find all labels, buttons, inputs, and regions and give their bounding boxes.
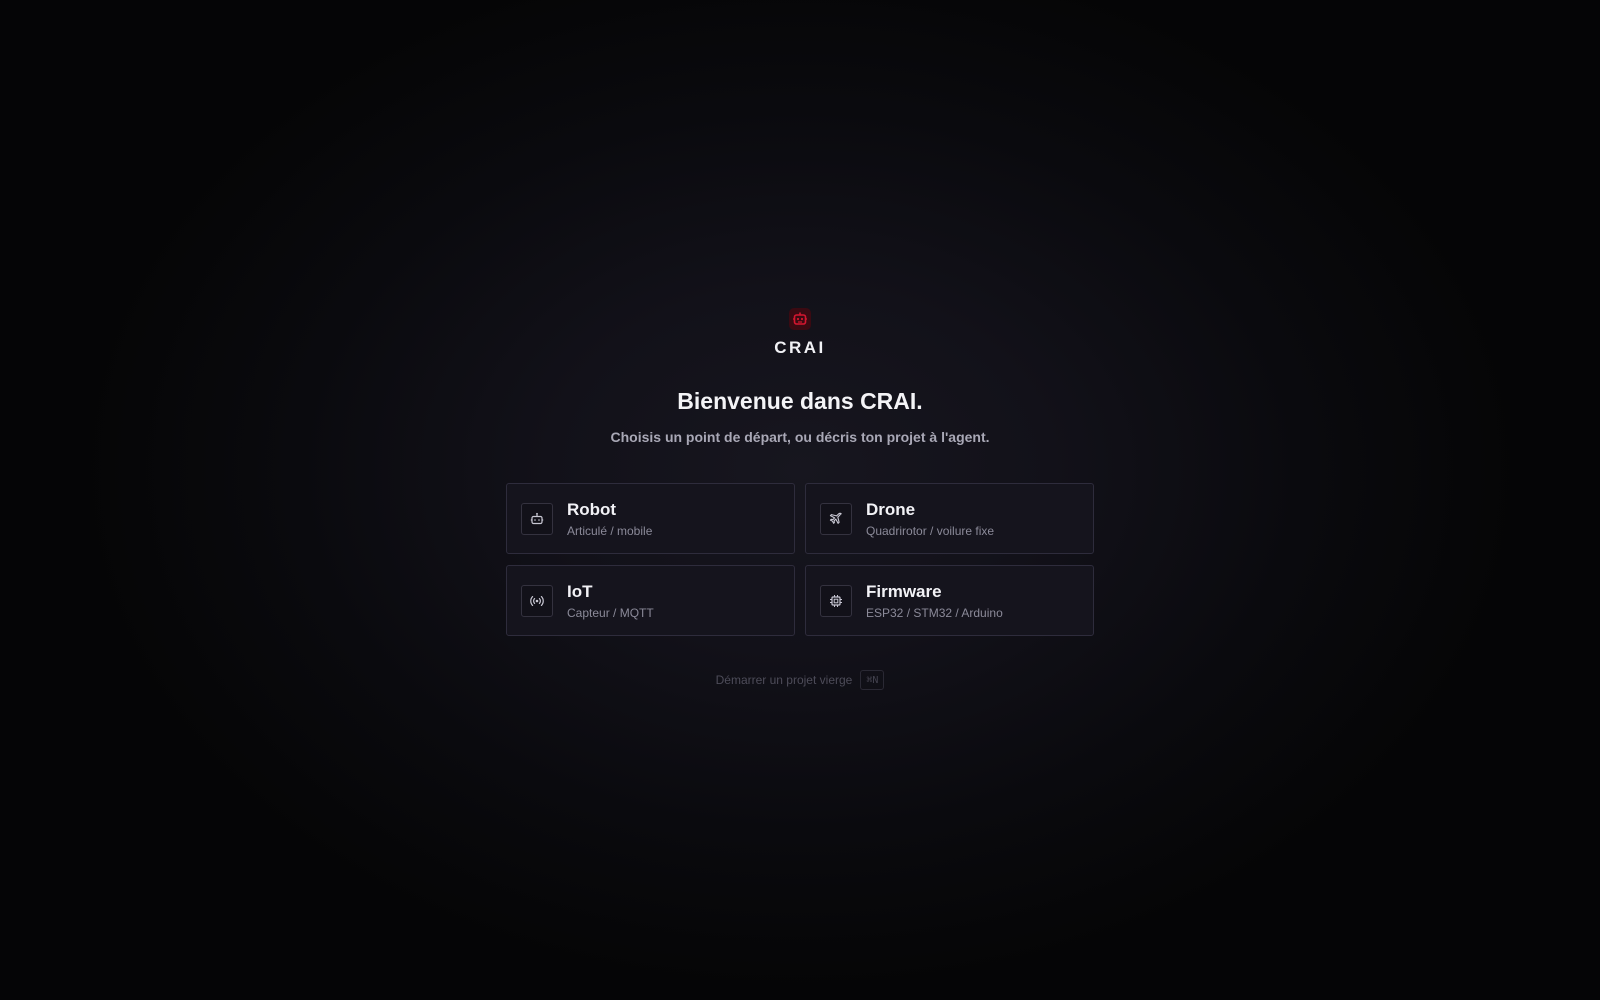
welcome-subtitle: Choisis un point de départ, ou décris to… <box>610 429 990 445</box>
radio-signal-icon <box>521 584 553 617</box>
blank-project-shortcut: ⌘N <box>860 670 885 690</box>
blank-project-row: Démarrer un projet vierge ⌘N <box>0 670 1600 690</box>
template-subtitle: ESP32 / STM32 / Arduino <box>866 605 1003 620</box>
blank-project-link[interactable]: Démarrer un projet vierge <box>716 673 853 687</box>
template-title: Robot <box>567 499 617 519</box>
template-subtitle: Articulé / mobile <box>567 523 653 538</box>
template-card-iot[interactable]: IoT Capteur / MQTT <box>506 565 795 636</box>
chip-icon <box>820 584 852 617</box>
template-grid: Robot Articulé / mobile Drone Quadriroto… <box>506 483 1094 636</box>
brand-name: CRAI <box>774 338 826 357</box>
template-card-firmware[interactable]: Firmware ESP32 / STM32 / Arduino <box>805 565 1094 636</box>
template-title: IoT <box>567 581 593 601</box>
template-subtitle: Capteur / MQTT <box>567 605 654 620</box>
welcome-title: Bienvenue dans CRAI. <box>677 388 923 414</box>
robot-head-icon <box>789 308 811 330</box>
template-card-robot[interactable]: Robot Articulé / mobile <box>506 483 795 554</box>
robot-icon <box>521 502 553 535</box>
template-subtitle: Quadrirotor / voilure fixe <box>866 523 995 538</box>
template-title: Drone <box>866 499 916 519</box>
template-title: Firmware <box>866 581 942 601</box>
template-card-drone[interactable]: Drone Quadrirotor / voilure fixe <box>805 483 1094 554</box>
plane-icon <box>820 502 852 535</box>
brand-header: CRAI <box>0 308 1600 358</box>
